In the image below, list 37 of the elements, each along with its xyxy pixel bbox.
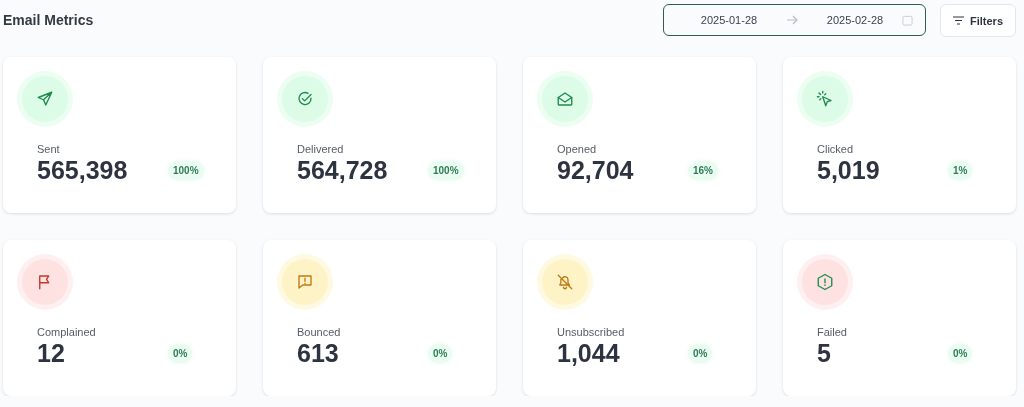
percent-badge: 0%	[168, 344, 193, 363]
percent-badge: 0%	[428, 344, 453, 363]
bell-off-icon	[556, 273, 574, 291]
metric-label: Delivered	[297, 143, 345, 155]
date-range-field[interactable]: 2025-01-28 2025-02-28	[663, 4, 926, 36]
filters-button[interactable]: Filters	[940, 4, 1016, 37]
metric-value: 564,728	[297, 156, 389, 185]
metric-value: 92,704	[557, 156, 635, 185]
metric-value: 565,398	[37, 156, 129, 185]
metric-label: Unsubscribed	[557, 326, 626, 338]
metric-label: Sent	[37, 143, 61, 155]
percent-badge: 100%	[428, 161, 464, 180]
arrow-icon	[786, 14, 798, 26]
metric-label: Bounced	[297, 326, 342, 338]
open-envelope-icon	[556, 90, 574, 108]
check-circle-icon	[296, 90, 314, 108]
message-alert-icon	[296, 273, 314, 291]
percent-badge: 100%	[168, 161, 204, 180]
metric-label: Failed	[817, 326, 848, 338]
percent-badge: 0%	[948, 344, 973, 363]
hexagon-alert-icon	[816, 273, 834, 291]
metric-label: Complained	[37, 326, 97, 338]
cursor-click-icon	[816, 90, 834, 108]
percent-badge: 16%	[688, 161, 718, 180]
percent-badge: 0%	[688, 344, 713, 363]
send-icon	[36, 90, 54, 108]
calendar-icon	[902, 14, 913, 26]
page-title: Email Metrics	[3, 12, 94, 28]
metric-value: 5,019	[817, 156, 881, 185]
metric-value: 1,044	[557, 339, 621, 368]
metric-value: 613	[297, 339, 340, 368]
metric-value: 5	[817, 339, 832, 368]
metric-label: Opened	[557, 143, 598, 155]
metric-value: 12	[37, 339, 66, 368]
metric-label: Clicked	[817, 143, 855, 155]
percent-badge: 1%	[948, 161, 973, 180]
filter-icon	[953, 16, 964, 25]
